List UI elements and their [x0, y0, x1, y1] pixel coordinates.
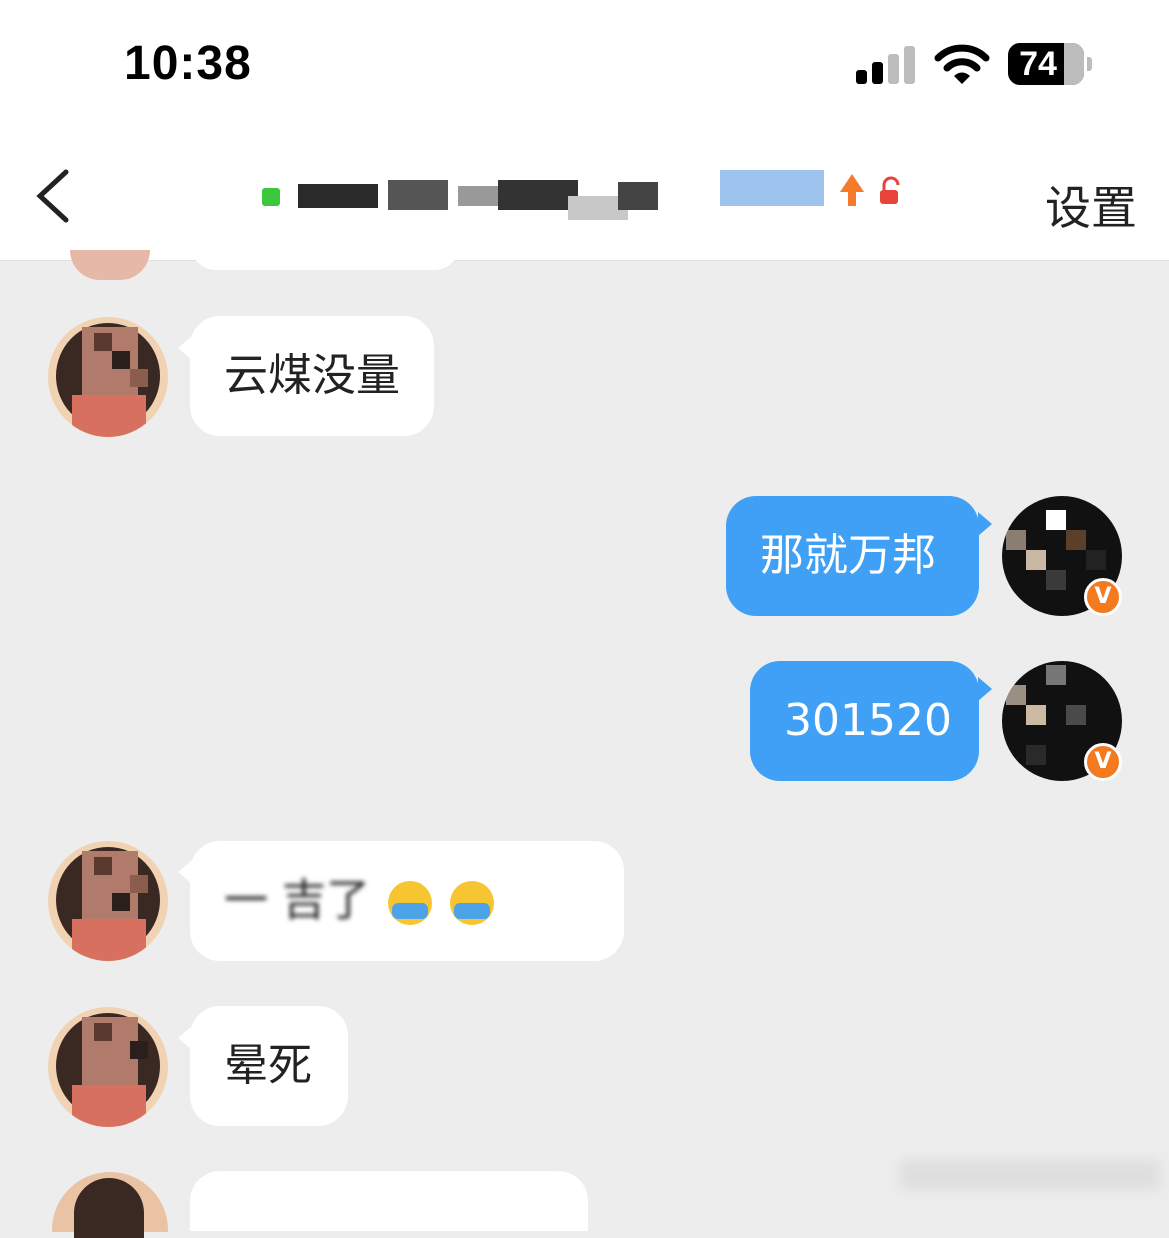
settings-button[interactable]: 设置 — [1045, 172, 1137, 238]
cellular-signal-icon — [856, 46, 916, 84]
verified-badge-icon: V — [1084, 578, 1122, 616]
title-mosaic — [298, 176, 658, 220]
flame-icon — [840, 174, 864, 206]
wifi-icon — [934, 44, 990, 84]
message-bubble-sent[interactable]: 301520 — [750, 661, 979, 781]
message-bubble[interactable]: 一 吉了 — [190, 841, 624, 961]
chat-title[interactable] — [258, 170, 918, 230]
crying-emoji-icon — [450, 881, 494, 925]
message-bubble[interactable]: 云煤没量 — [190, 316, 434, 436]
chat-header: 设置 — [0, 130, 1169, 261]
message-text: 一 吉了 — [224, 875, 370, 926]
online-status-icon — [262, 188, 280, 206]
message-bubble-partial — [190, 236, 460, 270]
battery-tip — [1087, 57, 1092, 71]
status-bar: 10:38 74 — [0, 0, 1169, 130]
message-bubble[interactable]: 晕死 — [190, 1006, 348, 1126]
message-text: 301520 — [784, 695, 952, 746]
battery-indicator: 74 — [1008, 43, 1084, 85]
avatar[interactable] — [48, 317, 168, 437]
scroll-shadow — [900, 1160, 1160, 1190]
battery-level: 74 — [1019, 45, 1057, 83]
title-tag-mosaic — [720, 170, 824, 206]
message-text: 云煤没量 — [224, 350, 400, 401]
verified-badge-icon: V — [1084, 743, 1122, 781]
avatar-partial — [52, 1172, 168, 1238]
unlock-icon — [880, 176, 900, 204]
avatar-partial — [70, 250, 150, 280]
message-text: 晕死 — [224, 1040, 312, 1091]
message-text: 那就万邦 — [760, 530, 936, 581]
avatar[interactable] — [48, 1007, 168, 1127]
crying-emoji-icon — [388, 881, 432, 925]
message-bubble-sent[interactable]: 那就万邦 — [726, 496, 979, 616]
chevron-left-icon[interactable] — [34, 166, 74, 226]
avatar[interactable] — [48, 841, 168, 961]
status-time: 10:38 — [124, 37, 252, 90]
message-bubble-partial — [190, 1171, 588, 1231]
